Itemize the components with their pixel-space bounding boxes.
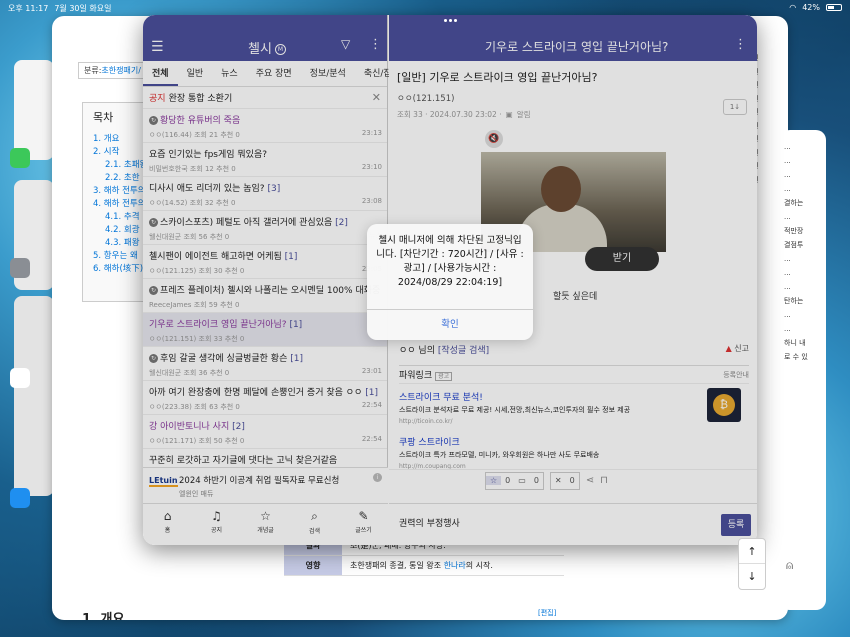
scroll-down-icon[interactable]: ↓	[739, 564, 765, 589]
table-value-link[interactable]: 한나라	[444, 561, 466, 570]
side-card-text: ...	[784, 311, 791, 319]
multitask-handle[interactable]	[440, 17, 460, 24]
side-card-text: 결하는	[784, 199, 804, 207]
table-value: 초한쟁패의 종결, 통일 왕조 한나라의 시작.	[342, 560, 493, 571]
status-time: 오후 11:17	[8, 4, 49, 13]
messages-app-icon[interactable]	[10, 148, 30, 168]
user-icon[interactable]: ⍝	[786, 558, 793, 573]
app-icon[interactable]	[10, 368, 30, 388]
background-app-card[interactable]	[14, 60, 54, 160]
edit-link[interactable]: [편집]	[538, 608, 556, 618]
status-date: 7월 30일 화요일	[54, 4, 112, 13]
section-heading: 1. 개요	[82, 612, 125, 620]
battery-icon	[826, 3, 842, 11]
side-app-card[interactable]: ............ 결하는... 적만장결점투......... 탄하는....…	[780, 130, 826, 610]
side-card-text: ...	[784, 185, 791, 193]
table-value-text: 의 시작.	[465, 561, 493, 570]
side-card-text: ...	[784, 269, 791, 277]
side-card-text: 결점투	[784, 241, 804, 249]
side-card-text: ...	[784, 171, 791, 179]
block-alert-dialog: 첼시 매니저에 의해 차단된 고정닉입니다. [차단기간 : 720시간] / …	[367, 224, 533, 340]
settings-app-icon[interactable]	[10, 258, 30, 278]
side-card-text: ...	[784, 255, 791, 263]
side-card-text: 하니 내	[784, 339, 806, 347]
side-card-text: 적만장	[784, 227, 804, 235]
confirm-button[interactable]: 확인	[367, 310, 533, 340]
wifi-icon: ◠	[789, 2, 797, 12]
background-app-card[interactable]	[14, 296, 54, 496]
side-card-text: ...	[784, 325, 791, 333]
table-key: 영향	[284, 556, 342, 575]
table-value-text: 초한쟁패의 종결, 통일 왕조	[350, 561, 444, 570]
side-card-text: ...	[784, 213, 791, 221]
side-card-text: 로 수 있	[784, 353, 808, 361]
side-card-text: 탄하는	[784, 297, 804, 305]
category-label: 분류:	[84, 66, 102, 75]
scroll-buttons: ↑ ↓	[738, 538, 766, 590]
side-card-text: ...	[784, 283, 791, 291]
side-card-text: ...	[784, 143, 791, 151]
alert-message: 첼시 매니저에 의해 차단된 고정닉입니다. [차단기간 : 720시간] / …	[367, 224, 533, 310]
battery-percent: 42%	[802, 2, 820, 12]
category-link[interactable]: 초한쟁패기/	[101, 66, 141, 75]
category-box[interactable]: 분류:초한쟁패기/	[78, 62, 148, 79]
app-store-icon[interactable]	[10, 488, 30, 508]
scroll-up-icon[interactable]: ↑	[739, 539, 765, 564]
side-card-text: ...	[784, 157, 791, 165]
status-bar: 오후 11:17 7월 30일 화요일 ◠ 42%	[0, 0, 850, 14]
table-row: 영향 초한쟁패의 종결, 통일 왕조 한나라의 시작.	[284, 556, 564, 576]
